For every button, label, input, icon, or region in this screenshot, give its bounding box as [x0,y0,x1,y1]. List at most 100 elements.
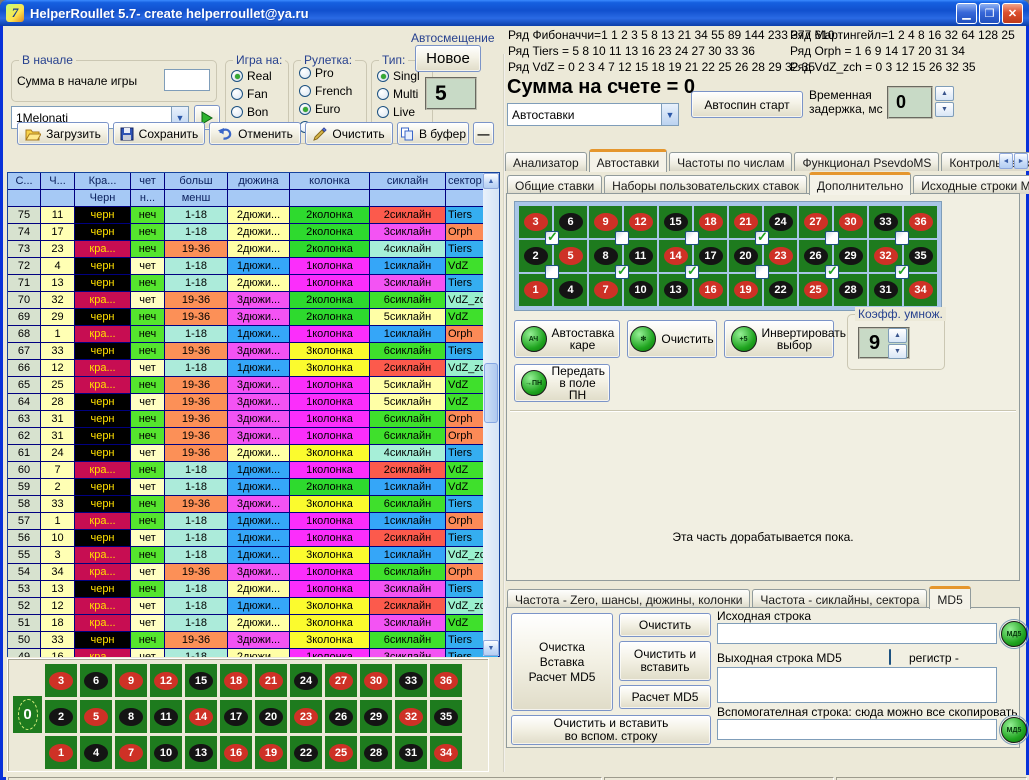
table-row[interactable]: 592чернчет1-181дюжи...2колонка1сиклайнVd… [8,479,499,496]
board-number-36[interactable]: 36 [430,664,462,697]
bets-combobox[interactable]: Автоставки ▼ [507,103,679,126]
board-number-10[interactable]: 10 [150,736,182,769]
to-clipboard-button[interactable]: В буфер [397,122,469,145]
table-row[interactable]: 4916кра...чет1-182дюжи...1колонка3сиклай… [8,649,499,657]
board-number-6[interactable]: 6 [80,664,112,697]
board-number-30[interactable]: 30 [360,664,392,697]
board-number-22[interactable]: 22 [764,274,797,306]
kare-autobet-button[interactable]: АЧ Автоставка каре [514,320,620,358]
board-number-15[interactable]: 15 [185,664,217,697]
board-number-13[interactable]: 13 [185,736,217,769]
md5-clear-paste-aux-button[interactable]: Очистить и вставить во вспом. строку [511,715,711,745]
md5-multi-button[interactable]: Очистка Вставка Расчет MD5 [511,613,613,711]
board-number-3[interactable]: 3 [45,664,77,697]
board-number-33[interactable]: 33 [395,664,427,697]
md5-calc-button[interactable]: Расчет MD5 [619,685,711,709]
table-row[interactable]: 6231черннеч19-363дюжи...1колонка6сиклайн… [8,428,499,445]
md5-aux-input[interactable] [717,719,997,740]
board-number-8[interactable]: 8 [115,700,147,733]
board-number-20[interactable]: 20 [255,700,287,733]
radio-french[interactable]: French [299,84,361,98]
collapse-button[interactable]: — [473,122,494,145]
md5-aux-icon[interactable]: МД5 [1001,717,1027,743]
save-button[interactable]: Сохранить [113,122,205,145]
split-checkbox-bottom-4[interactable] [755,265,769,279]
tab-sub-1[interactable]: Общие ставки [507,175,602,194]
table-row[interactable]: 6124чернчет19-362дюжи...3колонка4сиклайн… [8,445,499,462]
load-button[interactable]: Загрузить [17,122,109,145]
tabs-scroll-left-icon[interactable]: ◄ [999,153,1013,169]
board-number-29[interactable]: 29 [360,700,392,733]
split-checkbox-top-6[interactable] [895,231,909,245]
table-row[interactable]: 7113черннеч1-182дюжи...1колонка3сиклайнT… [8,275,499,292]
radio-multi[interactable]: Multi [377,87,427,101]
table-row[interactable]: 6525кра...неч19-363дюжи...1колонка5сикла… [8,377,499,394]
board-number-31[interactable]: 31 [395,736,427,769]
board-number-2[interactable]: 2 [45,700,77,733]
table-row[interactable]: 607кра...неч1-181дюжи...1колонка2сиклайн… [8,462,499,479]
split-checkbox-top-2[interactable] [615,231,629,245]
split-checkbox-top-1[interactable] [545,231,559,245]
board-number-17[interactable]: 17 [220,700,252,733]
maximize-button[interactable]: ❒ [979,3,1000,24]
tab-main-1[interactable]: Анализатор [505,152,587,171]
table-row[interactable]: 7417черннеч1-182дюжи...2колонка3сиклайнO… [8,224,499,241]
clear-selection-button[interactable]: ✻ Очистить [627,320,717,358]
table-row[interactable]: 5434кра...чет19-363дюжи...1колонка6сикла… [8,564,499,581]
spin-up-icon[interactable]: ▲ [935,86,954,101]
chevron-down-icon[interactable]: ▼ [661,104,678,125]
board-number-14[interactable]: 14 [185,700,217,733]
table-row[interactable]: 681кра...неч1-181дюжи...1колонка1сиклайн… [8,326,499,343]
table-row[interactable]: 6733черннеч19-363дюжи...3колонка6сиклайн… [8,343,499,360]
split-checkbox-top-5[interactable] [825,231,839,245]
minimize-button[interactable]: ▁ [956,3,977,24]
tab-main-4[interactable]: Функционал PsevdoMS [794,152,939,171]
table-row[interactable]: 7511черннеч1-182дюжи...2колонка2сиклайнT… [8,207,499,224]
table-row[interactable]: 5212кра...чет1-181дюжи...3колонка2сиклай… [8,598,499,615]
table-row[interactable]: 724чернчет1-181дюжи...1колонка1сиклайнVd… [8,258,499,275]
scroll-down-icon[interactable]: ▼ [483,640,499,656]
tab-bottom-1[interactable]: Частота - Zero, шансы, дюжины, колонки [507,589,750,608]
table-row[interactable]: 7032кра...чет19-363дюжи...2колонка6сикла… [8,292,499,309]
board-number-19[interactable]: 19 [255,736,287,769]
board-number-35[interactable]: 35 [430,700,462,733]
board-number-4[interactable]: 4 [80,736,112,769]
board-number-25[interactable]: 25 [325,736,357,769]
tab-bottom-2[interactable]: Частота - сиклайны, сектора [752,589,927,608]
table-row[interactable]: 6929черннеч19-363дюжи...2колонка5сиклайн… [8,309,499,326]
start-sum-input[interactable] [164,69,210,91]
split-checkbox-bottom-1[interactable] [545,265,559,279]
table-row[interactable]: 6428чернчет19-363дюжи...1колонка5сиклайн… [8,394,499,411]
radio-live[interactable]: Live [377,105,427,119]
tabs-scroll-right-icon[interactable]: ► [1014,153,1028,169]
board-zero[interactable]: 0 [13,696,42,733]
board-number-16[interactable]: 16 [220,736,252,769]
board-number-11[interactable]: 11 [150,700,182,733]
tab-bottom-3[interactable]: MD5 [929,586,970,609]
delay-spinner[interactable]: ▲ ▼ [935,86,954,117]
board-number-26[interactable]: 26 [325,700,357,733]
board-number-4[interactable]: 4 [554,274,587,306]
md5-clear-paste-button[interactable]: Очистить и вставить [619,641,711,681]
table-row[interactable]: 553кра...неч1-181дюжи...3колонка1сиклайн… [8,547,499,564]
close-button[interactable]: ✕ [1002,3,1023,24]
board-number-12[interactable]: 12 [150,664,182,697]
board-number-7[interactable]: 7 [115,736,147,769]
board-number-16[interactable]: 16 [694,274,727,306]
tab-sub-2[interactable]: Наборы пользовательских ставок [604,175,807,194]
board-number-23[interactable]: 23 [290,700,322,733]
board-number-34[interactable]: 34 [904,274,937,306]
radio-fan[interactable]: Fan [231,87,283,101]
tab-sub-4[interactable]: Исходные строки МД [913,175,1029,194]
spin-up-icon[interactable]: ▲ [888,328,907,343]
table-row[interactable]: 571кра...неч1-181дюжи...1колонка1сиклайн… [8,513,499,530]
md5-source-input[interactable] [717,623,997,644]
board-number-1[interactable]: 1 [45,736,77,769]
transfer-button[interactable]: →ПН Передать в поле ПН [514,364,610,402]
board-number-18[interactable]: 18 [220,664,252,697]
radio-euro[interactable]: Euro [299,102,361,116]
split-checkbox-top-3[interactable] [685,231,699,245]
undo-button[interactable]: Отменить [209,122,301,145]
table-row[interactable]: 6612кра...чет1-181дюжи...3колонка2сиклай… [8,360,499,377]
radio-bon[interactable]: Bon [231,105,283,119]
